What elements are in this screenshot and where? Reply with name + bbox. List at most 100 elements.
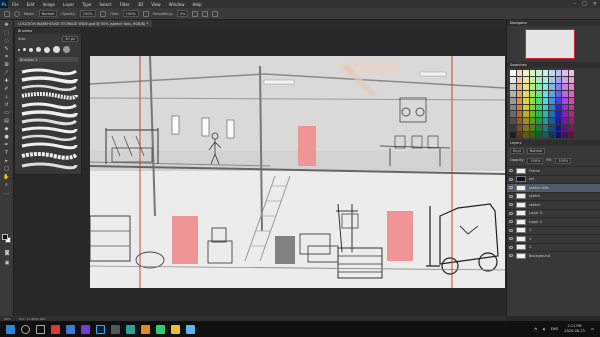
color-swatch[interactable] [510,76,516,83]
zoom-tool-icon[interactable]: ⌕ [3,182,11,188]
color-swatch[interactable] [568,111,574,118]
menu-image[interactable]: Image [38,2,59,7]
stamp-tool-icon[interactable]: ⊥ [3,94,11,100]
navigator-panel-title[interactable]: Navigator [507,20,600,26]
app-green-icon[interactable] [156,324,165,334]
layer-row[interactable]: sketch [507,200,600,209]
color-swatch[interactable] [529,111,535,118]
app-red-icon[interactable] [51,324,60,334]
eye-icon[interactable] [509,194,513,198]
color-swatch[interactable] [523,76,529,83]
network-icon[interactable]: ◔ [534,327,537,331]
menu-filter[interactable]: Filter [116,2,134,7]
color-swatch[interactable] [536,118,542,125]
dodge-tool-icon[interactable]: ● [3,134,11,140]
color-swatch[interactable] [549,90,555,97]
canvas-workspace[interactable] [82,27,506,316]
color-swatch[interactable] [529,104,535,111]
frame-tool-icon[interactable]: ⊠ [3,62,11,68]
color-swatch[interactable] [555,132,561,138]
color-swatch[interactable] [536,97,542,104]
color-swatch[interactable] [555,118,561,125]
color-swatch[interactable] [549,76,555,83]
search-icon[interactable] [21,324,30,334]
color-swatch[interactable] [555,70,561,76]
layer-fill-field[interactable]: 100% [555,158,572,164]
color-swatch[interactable] [568,132,574,138]
color-swatch[interactable] [568,90,574,97]
crop-tool-icon[interactable]: ⌗ [3,54,11,60]
close-button[interactable]: ✕ [593,1,597,7]
color-swatch[interactable] [562,118,568,125]
app-purple-icon[interactable] [81,324,90,334]
opacity-field[interactable]: 100% [79,10,96,17]
color-swatch[interactable] [516,97,522,104]
color-swatch[interactable] [536,76,542,83]
color-swatch[interactable] [542,90,548,97]
zoom-level[interactable]: 50% [4,317,11,321]
brush-tip-preset[interactable] [29,47,33,52]
layer-kind-filter[interactable]: Kind [510,148,524,154]
eye-icon[interactable] [509,254,513,258]
color-swatch[interactable] [568,83,574,90]
color-swatch[interactable] [562,97,568,104]
color-swatch[interactable] [549,97,555,104]
eye-icon[interactable] [509,186,513,190]
quick-mask-icon[interactable]: ◙ [3,250,11,256]
color-swatch[interactable] [549,118,555,125]
color-swatch[interactable] [523,83,529,90]
color-swatch[interactable] [516,111,522,118]
color-swatch[interactable] [542,70,548,76]
quick-select-tool-icon[interactable]: ✎ [3,46,11,52]
color-swatch[interactable] [536,125,542,132]
color-swatch[interactable] [555,111,561,118]
color-swatch[interactable] [523,132,529,138]
color-swatch[interactable] [523,118,529,125]
screen-mode-icon[interactable]: ▣ [3,260,11,266]
gear-icon[interactable] [192,10,199,17]
maximize-button[interactable]: □ [582,1,587,7]
color-swatch[interactable] [568,118,574,125]
brush-tip-preset[interactable] [36,47,41,52]
color-swatch[interactable] [562,83,568,90]
color-swatch[interactable] [510,83,516,90]
healing-tool-icon[interactable]: ✚ [3,78,11,84]
color-swatch[interactable] [562,104,568,111]
photoshop-logo-icon[interactable]: Ps [0,0,8,8]
airbrush-icon[interactable] [142,10,149,17]
color-swatch[interactable] [542,104,548,111]
layer-row[interactable]: 1 [507,225,600,235]
color-swatch[interactable] [529,90,535,97]
color-swatch[interactable] [568,125,574,132]
color-swatch[interactable] [562,90,568,97]
swatches-panel-title[interactable]: Swatches [507,62,600,68]
color-swatch[interactable] [568,76,574,83]
layer-blend-select[interactable]: Normal [526,148,546,154]
brush-preset-icon[interactable] [14,10,20,17]
layer-row[interactable]: Layer 5 [507,208,600,218]
layer-row[interactable]: Layer 2 [507,217,600,226]
layer-row[interactable]: Frame [507,166,600,175]
menu-help[interactable]: Help [188,2,205,7]
task-view-icon[interactable] [36,324,45,334]
swatches-grid[interactable] [510,70,574,138]
color-swatch[interactable] [516,90,522,97]
windows-start-icon[interactable] [6,324,15,334]
photoshop-taskbar-icon[interactable] [96,324,105,334]
color-swatch[interactable] [536,132,542,138]
app-blue-icon[interactable] [66,324,75,334]
color-swatch[interactable] [523,70,529,76]
color-swatch[interactable] [529,118,535,125]
app-yellow-icon[interactable] [171,324,180,334]
color-swatch[interactable] [510,132,516,138]
menu-file[interactable]: File [8,2,23,7]
menu-select[interactable]: Select [95,2,115,7]
app-lightblue-icon[interactable] [186,324,195,334]
color-swatch[interactable] [523,97,529,104]
eye-icon[interactable] [509,220,513,224]
color-swatch[interactable] [510,125,516,132]
color-swatch[interactable] [549,70,555,76]
path-select-tool-icon[interactable]: ▸ [3,158,11,164]
color-swatch[interactable] [568,104,574,111]
color-swatch[interactable] [568,97,574,104]
